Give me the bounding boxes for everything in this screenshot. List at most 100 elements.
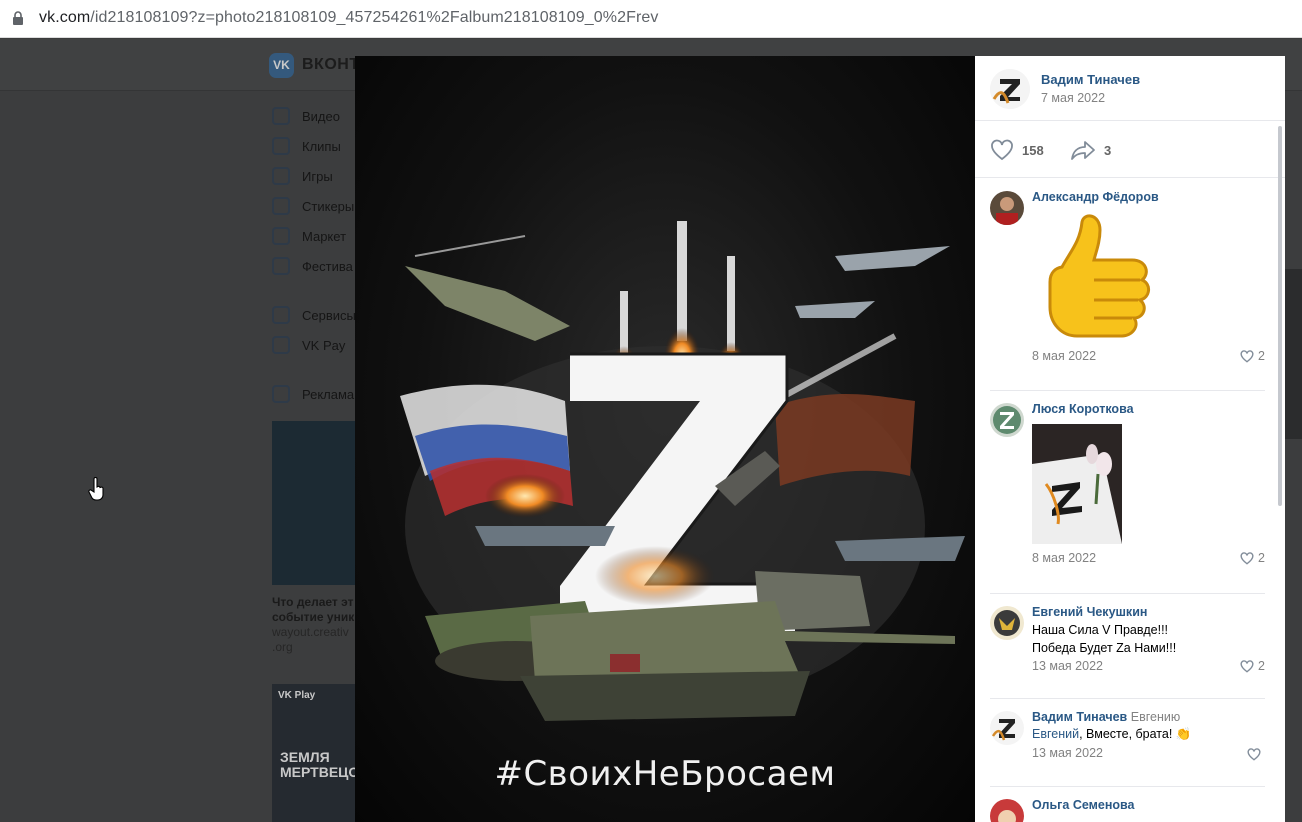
comment-author[interactable]: Вадим Тиначев Евгению (1032, 710, 1180, 724)
market-icon (272, 227, 290, 245)
photo-caption: #СвоихНеБросаем (494, 754, 836, 794)
url-domain: vk.com (39, 9, 91, 26)
photo-owner: Вадим Тиначев 7 мая 2022 (975, 56, 1285, 121)
comment: Евгений Чекушкин Наша Сила V Правде!!! П… (990, 594, 1265, 699)
services-icon (272, 306, 290, 324)
nav-label: Игры (302, 168, 333, 184)
vkpay-icon (272, 336, 290, 354)
ad-image[interactable] (272, 421, 356, 585)
nav-item-services[interactable]: Сервисы (272, 300, 356, 330)
nav-label: Стикеры (302, 198, 355, 214)
share-icon (1071, 141, 1095, 160)
browser-address-bar[interactable]: vk.com/id218108109?z=photo218108109_4572… (0, 0, 1302, 38)
comment-date[interactable]: 13 мая 2022 (1032, 746, 1103, 760)
nav-item-ads[interactable]: Реклама (272, 379, 356, 409)
festival-icon (272, 257, 290, 275)
nav-label: Видео (302, 108, 340, 124)
heart-icon (1240, 551, 1254, 565)
nav-item-market[interactable]: Маркет (272, 221, 356, 251)
comment-author[interactable]: Александр Фёдоров (1032, 190, 1159, 204)
nav-label: Маркет (302, 228, 347, 244)
video-icon (272, 107, 290, 125)
url-text[interactable]: vk.com/id218108109?z=photo218108109_4572… (39, 9, 659, 27)
nav-item-video[interactable]: Видео (272, 101, 356, 131)
comment-text-line: Победа Будет Za Нами!!! (1032, 641, 1177, 655)
comment: Александр Фёдоров 8 мая 2022 2 (990, 179, 1265, 391)
comment-author[interactable]: Ольга Семенова (1032, 798, 1134, 812)
comment-date[interactable]: 8 мая 2022 (1032, 551, 1096, 565)
comment: Люся Короткова 8 мая 2022 2 (990, 391, 1265, 594)
reply-to[interactable]: Евгению (1131, 710, 1180, 724)
comment-author[interactable]: Люся Короткова (1032, 402, 1134, 416)
clips-icon (272, 137, 290, 155)
lock-icon (13, 11, 23, 25)
comment-avatar[interactable] (990, 606, 1024, 640)
heart-icon (1247, 748, 1261, 761)
comment-author-name[interactable]: Вадим Тиначев (1032, 710, 1127, 724)
ad-domain: wayout.creativ .org (272, 625, 349, 654)
nav-label: VK Pay (302, 337, 346, 353)
url-path: /id218108109?z=photo218108109_457254261%… (90, 9, 659, 26)
share-button[interactable]: 3 (1070, 139, 1111, 161)
comment: Ольга Семенова (990, 787, 1265, 822)
comment-like-button[interactable]: 2 (1240, 349, 1265, 363)
nav-item-vkpay[interactable]: VK Pay (272, 330, 356, 360)
nav-item-stickers[interactable]: Стикеры (272, 191, 356, 221)
owner-avatar[interactable] (990, 69, 1030, 109)
nav-label: Реклама (302, 386, 355, 402)
share-count: 3 (1104, 142, 1112, 158)
comment-avatar[interactable] (990, 799, 1024, 822)
photo-info-panel: Вадим Тиначев 7 мая 2022 158 3 Александр… (975, 56, 1285, 822)
game-badge: VK Play (278, 690, 316, 701)
comment-date[interactable]: 13 мая 2022 (1032, 659, 1103, 673)
comment-avatar[interactable] (990, 403, 1024, 437)
comment-like-button[interactable] (1247, 748, 1265, 761)
comment-text: Евгений, Вместе, брата! 👏 (1032, 725, 1262, 743)
photo-date[interactable]: 7 мая 2022 (1041, 91, 1105, 105)
owner-name[interactable]: Вадим Тиначев (1041, 72, 1140, 87)
comment-avatar[interactable] (990, 191, 1024, 225)
comment-author[interactable]: Евгений Чекушкин (1032, 605, 1147, 619)
nav-item-games[interactable]: Игры (272, 161, 356, 191)
ad-title[interactable]: Что делает эт событие уник (272, 595, 356, 625)
photo-image[interactable]: #СвоихНеБросаем (355, 56, 975, 822)
heart-icon (991, 139, 1013, 161)
heart-icon (1240, 659, 1254, 673)
poster-artwork (400, 221, 965, 721)
comment-date[interactable]: 8 мая 2022 (1032, 349, 1096, 363)
comment-avatar[interactable] (990, 711, 1024, 745)
comment-like-count: 2 (1258, 349, 1265, 363)
mention-link[interactable]: Евгений (1032, 727, 1079, 741)
game-title: ЗЕМЛЯ МЕРТВЕЦОВ (280, 749, 370, 780)
comment-text-line: Наша Сила V Правде!!! (1032, 623, 1169, 637)
stickers-icon (272, 197, 290, 215)
games-icon (272, 167, 290, 185)
ads-icon (272, 385, 290, 403)
comments-scrollbar[interactable] (1278, 126, 1282, 506)
comment-text-body: , Вместе, брата! 👏 (1079, 727, 1192, 741)
photo-viewer: #СвоихНеБросаем Вадим Тиначев 7 мая 2022… (355, 56, 1285, 822)
right-column-thumbs (1284, 269, 1302, 439)
vk-logo-text: ВКОНТ (302, 56, 360, 73)
heart-icon (1240, 349, 1254, 363)
nav-label: Клипы (302, 138, 341, 154)
comment: Вадим Тиначев Евгению Евгений, Вместе, б… (990, 699, 1265, 787)
thumbs-up-sticker[interactable] (1032, 212, 1162, 342)
game-banner[interactable]: VK Play ЗЕМЛЯ МЕРТВЕЦОВ (272, 684, 370, 822)
comment-like-count: 2 (1258, 659, 1265, 673)
left-nav: Видео Клипы Игры Стикеры Маркет Фестива … (272, 101, 356, 409)
nav-item-clips[interactable]: Клипы (272, 131, 356, 161)
hand-cursor-icon (88, 477, 104, 501)
comment-like-button[interactable]: 2 (1240, 551, 1265, 565)
vk-logo-icon: VK (269, 53, 294, 78)
comment-like-button[interactable]: 2 (1240, 659, 1265, 673)
comment-like-count: 2 (1258, 551, 1265, 565)
comment-photo-attachment[interactable] (1032, 424, 1122, 544)
photo-actions: 158 3 (975, 122, 1285, 178)
nav-label: Сервисы (302, 307, 356, 323)
nav-label: Фестива (302, 258, 353, 274)
like-count: 158 (1022, 142, 1044, 158)
nav-item-festival[interactable]: Фестива (272, 251, 356, 281)
like-button[interactable]: 158 (990, 139, 1044, 161)
comment-text: Наша Сила V Правде!!! Победа Будет Za На… (1032, 621, 1262, 657)
